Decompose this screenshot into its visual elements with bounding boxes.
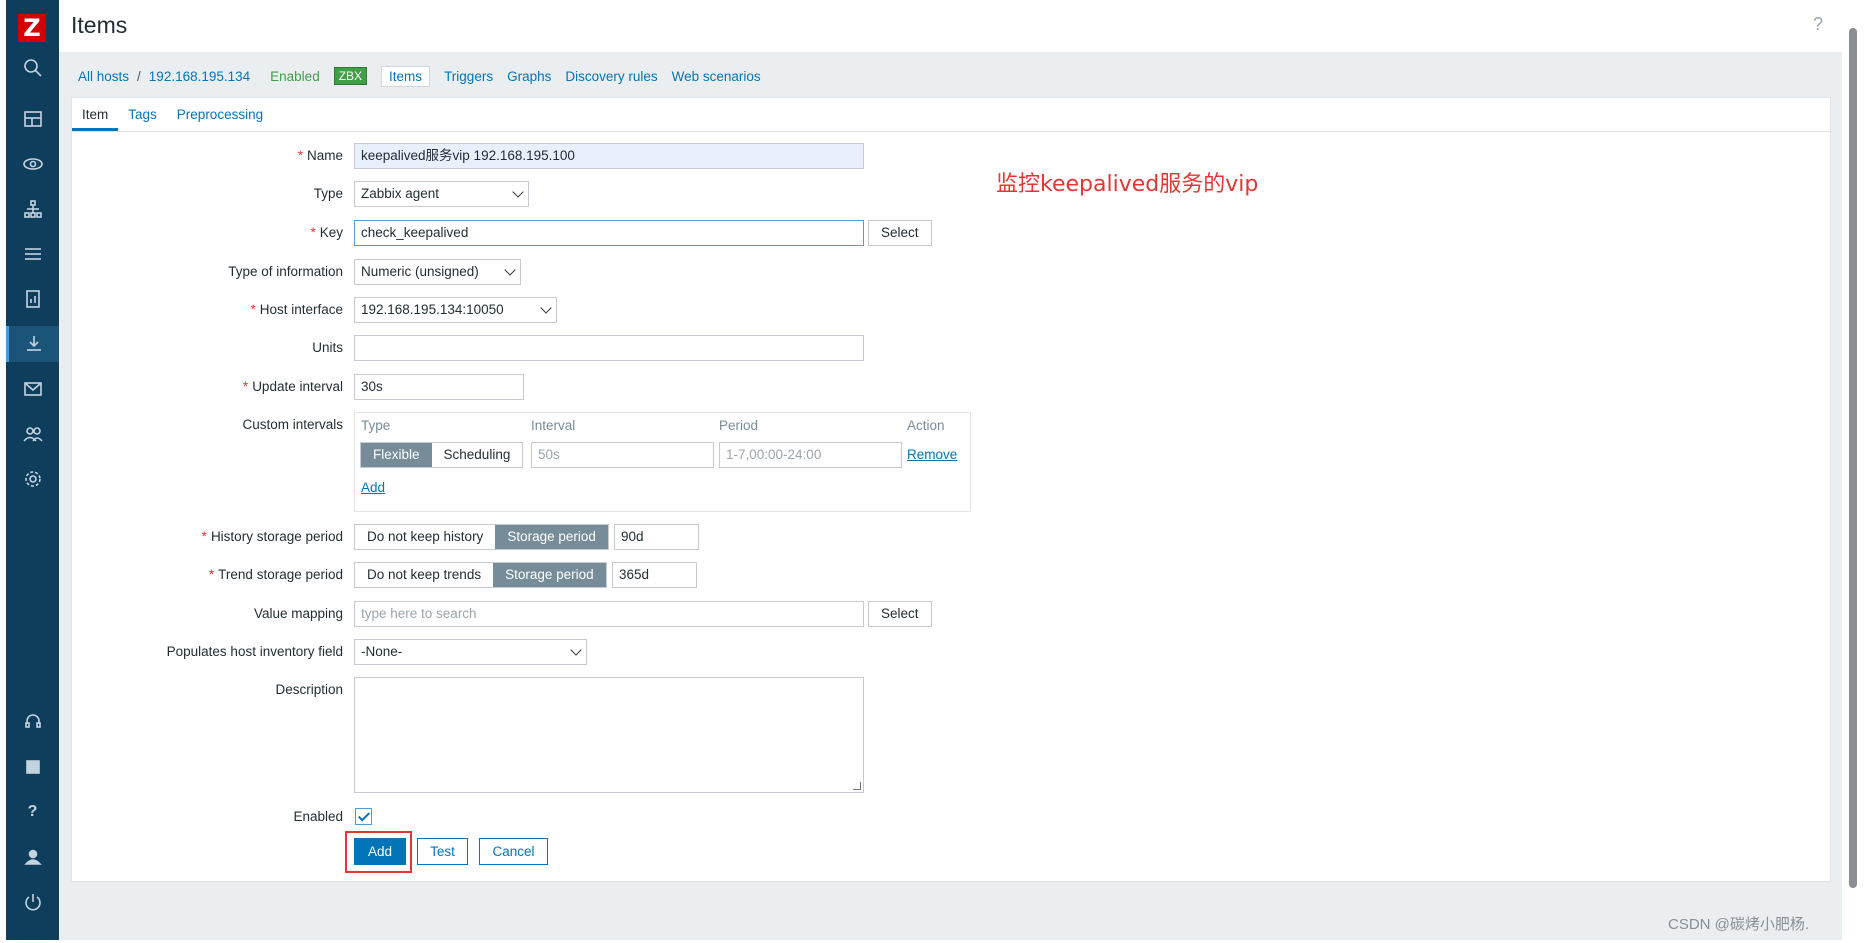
breadcrumb-separator: / [137, 68, 141, 84]
resize-handle-icon[interactable] [853, 782, 861, 790]
scrollbar-thumb[interactable] [1849, 28, 1857, 888]
chevron-down-icon [570, 644, 582, 656]
description-label: Description [275, 682, 343, 697]
type-label: Type [313, 186, 343, 201]
list-icon[interactable] [6, 236, 59, 272]
nav-discovery-rules[interactable]: Discovery rules [565, 69, 657, 84]
host-status-enabled[interactable]: Enabled [270, 69, 320, 84]
update-interval-label: * Update interval [242, 379, 343, 394]
history-period-input[interactable]: 90d [614, 524, 699, 550]
type-of-information-label: Type of information [228, 264, 343, 279]
data-collection-icon[interactable] [6, 326, 59, 362]
history-storage-toggle: Do not keep history Storage period [354, 524, 609, 550]
ci-interval-input[interactable]: 50s [531, 442, 714, 468]
tab-tags[interactable]: Tags [118, 101, 167, 131]
zbx-availability-badge: ZBX [333, 67, 368, 85]
dashboard-icon[interactable] [6, 101, 59, 137]
value-mapping-select-button[interactable]: Select [868, 601, 932, 627]
chevron-down-icon [540, 302, 552, 314]
ci-scheduling-option[interactable]: Scheduling [431, 443, 523, 467]
add-button[interactable]: Add [354, 838, 406, 865]
key-input[interactable]: check_keepalived [354, 220, 864, 246]
key-select-button[interactable]: Select [868, 220, 932, 246]
page-title: Items [71, 12, 128, 38]
ci-period-input[interactable]: 1-7,00:00-24:00 [719, 442, 902, 468]
watermark: CSDN @碳烤小肥杨. [1668, 916, 1810, 933]
form-tabs: Item Tags Preprocessing [72, 101, 273, 131]
ci-header-action: Action [907, 418, 945, 433]
ci-flexible-option[interactable]: Flexible [361, 443, 432, 467]
ci-header-period: Period [719, 418, 759, 433]
host-interface-select[interactable]: 192.168.195.134:10050 [354, 297, 557, 323]
trend-storage-period-option[interactable]: Storage period [493, 563, 606, 587]
reports-icon[interactable] [6, 281, 59, 317]
name-label: * Name [297, 148, 343, 163]
users-icon[interactable] [6, 416, 59, 452]
help-icon[interactable]: ? [6, 794, 59, 830]
chevron-down-icon [512, 186, 524, 198]
nav-graphs[interactable]: Graphs [507, 69, 551, 84]
trend-storage-toggle: Do not keep trends Storage period [354, 562, 607, 588]
inventory-field-select[interactable]: -None- [354, 639, 587, 665]
breadcrumb-host[interactable]: 192.168.195.134 [149, 69, 250, 84]
ci-type-toggle: Flexible Scheduling [360, 442, 524, 468]
units-label: Units [312, 340, 343, 355]
ci-add-link[interactable]: Add [361, 480, 385, 495]
units-input[interactable] [354, 335, 864, 361]
zabbix-logo[interactable]: Z [18, 14, 46, 42]
trend-period-input[interactable]: 365d [612, 562, 697, 588]
ci-header-type: Type [361, 418, 391, 433]
ci-remove-link[interactable]: Remove [907, 447, 957, 462]
monitoring-eye-icon[interactable] [6, 146, 59, 182]
network-icon[interactable] [6, 191, 59, 227]
chevron-down-icon [504, 264, 516, 276]
tab-preprocessing[interactable]: Preprocessing [167, 101, 273, 131]
annotation-text: 监控keepalived服务的vip [996, 172, 1259, 197]
value-mapping-input[interactable]: type here to search [354, 601, 864, 627]
enabled-checkbox[interactable] [355, 808, 372, 825]
zabbix-share-icon[interactable] [6, 749, 59, 785]
history-storage-label: * History storage period [201, 529, 343, 544]
key-label: * Key [310, 225, 343, 240]
inventory-field-label: Populates host inventory field [166, 644, 343, 659]
history-do-not-keep-option[interactable]: Do not keep history [355, 525, 496, 549]
nav-web-scenarios[interactable]: Web scenarios [672, 69, 761, 84]
help-question-icon[interactable]: ? [1813, 14, 1823, 35]
breadcrumb-all-hosts[interactable]: All hosts [78, 69, 129, 84]
tabs-divider [72, 131, 1830, 132]
user-profile-icon[interactable] [6, 839, 59, 875]
description-textarea[interactable] [354, 677, 864, 793]
history-storage-period-option[interactable]: Storage period [495, 525, 608, 549]
trend-do-not-keep-option[interactable]: Do not keep trends [355, 563, 494, 587]
breadcrumb: All hosts / 192.168.195.134 Enabled ZBX … [78, 65, 761, 87]
type-select[interactable]: Zabbix agent [354, 181, 529, 207]
value-mapping-label: Value mapping [253, 606, 343, 621]
custom-intervals-label: Custom intervals [242, 417, 343, 432]
sign-out-power-icon[interactable] [6, 884, 59, 920]
support-headset-icon[interactable] [6, 704, 59, 740]
sidebar: Z ? [6, 0, 59, 940]
alerts-mail-icon[interactable] [6, 371, 59, 407]
ci-header-interval: Interval [531, 418, 576, 433]
update-interval-input[interactable]: 30s [354, 374, 524, 400]
tab-item[interactable]: Item [72, 101, 119, 131]
enabled-label: Enabled [293, 809, 343, 824]
test-button[interactable]: Test [417, 838, 468, 865]
type-of-information-select[interactable]: Numeric (unsigned) [354, 259, 521, 285]
settings-gear-icon[interactable] [6, 461, 59, 497]
search-icon[interactable] [6, 50, 59, 86]
host-interface-label: * Host interface [250, 302, 343, 317]
trend-storage-label: * Trend storage period [208, 567, 343, 582]
nav-triggers[interactable]: Triggers [444, 69, 493, 84]
nav-items[interactable]: Items [381, 65, 431, 87]
cancel-button[interactable]: Cancel [479, 838, 548, 865]
name-input[interactable]: keepalived服务vip 192.168.195.100 [354, 143, 864, 169]
